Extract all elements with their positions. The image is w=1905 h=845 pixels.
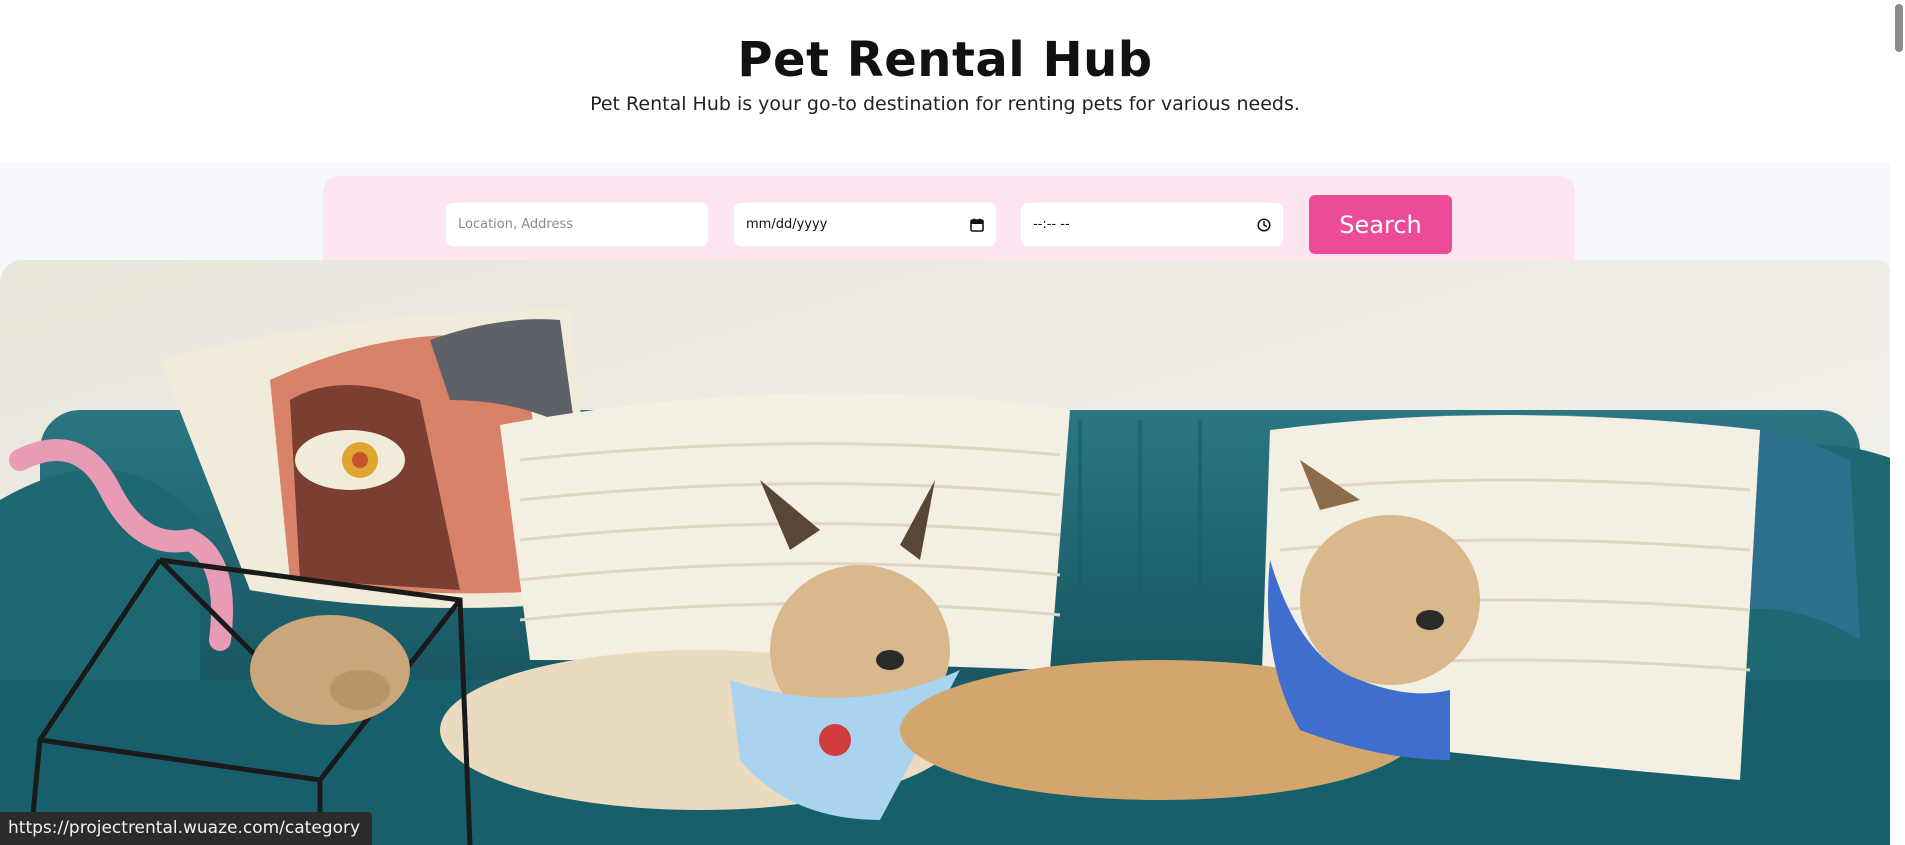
site-header: Pet Rental Hub Pet Rental Hub is your go…: [0, 0, 1890, 163]
location-field[interactable]: [445, 202, 709, 247]
site-title: Pet Rental Hub: [737, 32, 1153, 88]
location-input[interactable]: [458, 217, 696, 232]
scrollbar-thumb[interactable]: [1895, 4, 1903, 52]
site-description: Pet Rental Hub is your go-to destination…: [590, 93, 1300, 115]
status-bar-url: https://projectrental.wuaze.com/category: [0, 812, 373, 845]
date-input-value: mm/dd/yyyy: [746, 217, 828, 232]
calendar-icon[interactable]: [970, 218, 984, 232]
search-button[interactable]: Search: [1309, 195, 1452, 254]
time-input-value: --:-- --: [1033, 217, 1070, 232]
hero-image: [0, 260, 1896, 845]
date-field[interactable]: mm/dd/yyyy: [733, 202, 997, 247]
time-field[interactable]: --:-- --: [1020, 202, 1284, 247]
hero-illustration: [0, 260, 1896, 845]
scrollbar[interactable]: [1890, 0, 1905, 845]
clock-icon[interactable]: [1257, 217, 1271, 232]
